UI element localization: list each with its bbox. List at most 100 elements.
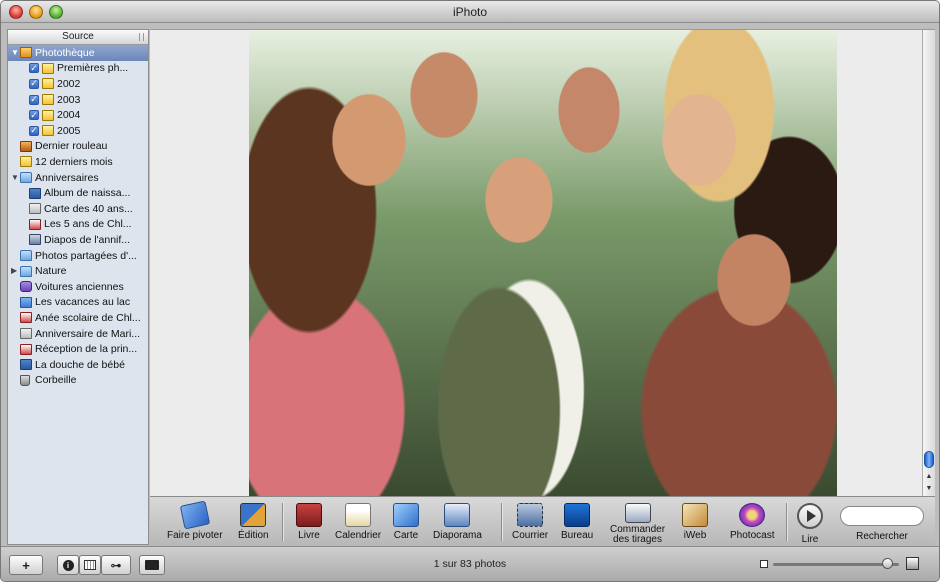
sidebar-item-label: Anniversaires (35, 171, 99, 184)
book-icon (296, 503, 322, 527)
checkbox-checked-icon[interactable]: ✓ (29, 94, 39, 105)
slideshow-icon (444, 503, 471, 527)
card-icon (393, 503, 419, 527)
checkbox-checked-icon[interactable]: ✓ (29, 110, 39, 121)
search-input[interactable] (840, 506, 924, 526)
sidebar-item[interactable]: Diapos de l'annif... (8, 232, 148, 248)
slideshow-icon (29, 234, 41, 246)
play-icon (797, 503, 823, 529)
sidebar-item[interactable]: ▶ Nature (8, 263, 148, 279)
rotate-button[interactable]: Faire pivoter (167, 500, 223, 541)
sidebar-item-label: 2002 (57, 77, 81, 90)
displayed-photo[interactable] (249, 30, 837, 497)
edit-button[interactable]: Édition (238, 503, 269, 541)
calendar-label: Calendrier (335, 530, 382, 541)
checkbox-checked-icon[interactable]: ✓ (29, 78, 39, 89)
sidebar-item-label: Album de naissa... (44, 187, 131, 200)
sidebar-item[interactable]: Anniversaire de Mari... (8, 326, 148, 342)
album-icon (20, 296, 32, 308)
sidebar-item[interactable]: Dernier rouleau (8, 139, 148, 155)
event-icon (42, 62, 54, 74)
sidebar-item[interactable]: Réception de la prin... (8, 341, 148, 357)
sidebar-item[interactable]: ▼ Anniversaires (8, 170, 148, 186)
scroll-up-arrow-icon[interactable]: ▲ (923, 471, 935, 483)
film-roll-icon (20, 140, 32, 152)
search-label: Rechercher (856, 531, 908, 542)
sidebar-item[interactable]: ✓ 2003 (8, 92, 148, 108)
sidebar-item[interactable]: Les 5 ans de Chl... (8, 217, 148, 233)
sidebar-item-label: 2004 (57, 109, 81, 122)
calendar-button[interactable]: Calendrier (335, 503, 381, 541)
sidebar-item-label: Photothèque (35, 46, 95, 59)
disclosure-collapsed-icon[interactable]: ▶ (11, 267, 19, 275)
calendar-icon (20, 343, 32, 355)
source-column-header[interactable]: Source (8, 30, 148, 45)
play-button[interactable]: Lire (797, 503, 823, 545)
zoom-slider[interactable] (773, 558, 899, 569)
photo-library-icon (20, 47, 32, 59)
sidebar-item-label: La douche de bébé (35, 358, 125, 371)
sidebar-item[interactable]: Album de naissa... (8, 185, 148, 201)
sidebar-item[interactable]: Les vacances au lac (8, 295, 148, 311)
sidebar-item[interactable]: La douche de bébé (8, 357, 148, 373)
scroll-down-arrow-icon[interactable]: ▼ (923, 483, 935, 495)
mail-button[interactable]: Courrier (512, 503, 548, 541)
disclosure-expanded-icon[interactable]: ▼ (11, 173, 19, 182)
book-icon (29, 187, 41, 199)
sidebar-item[interactable]: Anée scolaire de Chl... (8, 310, 148, 326)
sidebar-item[interactable]: ✓ Premières ph... (8, 61, 148, 77)
event-icon (42, 94, 54, 106)
sidebar-item[interactable]: ✓ 2005 (8, 123, 148, 139)
event-icon (42, 78, 54, 90)
bottom-toolbar: Faire pivoter Édition Livre Calendrier C… (150, 496, 935, 546)
sidebar-item-label: Premières ph... (57, 62, 129, 75)
sidebar-item[interactable]: 12 derniers mois (8, 154, 148, 170)
sidebar-item[interactable]: ▼ Photothèque (8, 45, 148, 61)
bottom-bar: + i ⊶ 1 sur 83 photos (1, 546, 939, 581)
large-thumbnail-icon (906, 557, 919, 570)
order-prints-icon (624, 503, 651, 523)
book-button[interactable]: Livre (296, 503, 322, 541)
photocast-icon (739, 503, 766, 527)
viewer-scrollbar[interactable]: ▲ ▼ (922, 29, 935, 496)
sidebar-item[interactable]: Photos partagées d'... (8, 248, 148, 264)
sidebar-item[interactable]: Carte des 40 ans... (8, 201, 148, 217)
column-resize-grip-icon[interactable] (139, 33, 144, 41)
sidebar-item-label: Anée scolaire de Chl... (35, 311, 141, 324)
disclosure-expanded-icon[interactable]: ▼ (11, 48, 19, 57)
scroll-thumb[interactable] (924, 451, 934, 468)
sidebar-item[interactable]: ✓ 2002 (8, 76, 148, 92)
sidebar-item-label: Réception de la prin... (35, 343, 138, 356)
calendar-icon (29, 218, 41, 230)
order-prints-button[interactable]: Commander des tirages (610, 503, 665, 545)
desktop-icon (564, 503, 591, 527)
card-button[interactable]: Carte (393, 503, 419, 541)
checkbox-checked-icon[interactable]: ✓ (29, 63, 39, 74)
mail-icon (517, 503, 544, 527)
calendar-icon (345, 503, 372, 527)
book-label: Livre (298, 530, 320, 541)
small-thumbnail-icon (760, 560, 768, 568)
sidebar-item[interactable]: ✓ 2004 (8, 107, 148, 123)
sidebar-item-label: 2005 (57, 124, 81, 137)
sidebar-item[interactable]: Corbeille (8, 373, 148, 389)
sidebar-item-label: Anniversaire de Mari... (35, 327, 141, 340)
sidebar-item-label: 12 derniers mois (35, 155, 113, 168)
title-bar[interactable]: iPhoto (1, 1, 939, 23)
iweb-button[interactable]: iWeb (682, 503, 708, 541)
checkbox-checked-icon[interactable]: ✓ (29, 125, 39, 136)
sidebar-item[interactable]: Voitures anciennes (8, 279, 148, 295)
event-icon (42, 109, 54, 121)
sidebar-item-label: Carte des 40 ans... (44, 202, 133, 215)
sidebar-item-label: 2003 (57, 93, 81, 106)
smart-album-icon (20, 281, 32, 293)
folder-icon (20, 250, 32, 262)
sidebar-item-label: Corbeille (35, 374, 77, 387)
photocast-label: Photocast (730, 530, 775, 541)
slideshow-button[interactable]: Diaporama (433, 503, 482, 541)
folder-icon (20, 172, 32, 184)
edit-icon (240, 503, 267, 527)
sidebar-item-label: Photos partagées d'... (35, 249, 137, 262)
photocast-button[interactable]: Photocast (730, 503, 774, 541)
desktop-button[interactable]: Bureau (561, 503, 593, 541)
